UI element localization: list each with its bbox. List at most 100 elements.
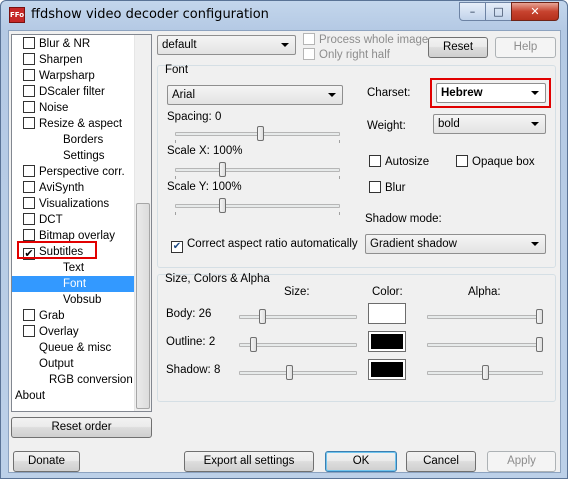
tree-item[interactable]: Visualizations [23, 196, 109, 212]
color-swatch-button[interactable] [368, 303, 406, 324]
tree-item-label: AviSynth [39, 182, 85, 194]
checkbox-icon[interactable] [23, 69, 35, 81]
tree-item[interactable]: Borders [63, 132, 103, 148]
charset-highlight-box [430, 78, 551, 108]
tree-item[interactable]: Noise [23, 100, 68, 116]
correct-aspect-checkbox[interactable]: ✔ Correct aspect ratio automatically [171, 238, 358, 253]
font-name-value: Arial [172, 89, 196, 101]
donate-button[interactable]: Donate [13, 451, 80, 472]
font-name-combo[interactable]: Arial [167, 85, 343, 105]
weight-label: Weight: [367, 120, 406, 132]
title-bar[interactable]: FFo ffdshow video decoder configuration … [1, 1, 567, 29]
opaque-box-checkbox[interactable]: Opaque box [456, 155, 535, 168]
alpha-slider-thumb[interactable] [481, 365, 489, 380]
tree-item[interactable]: Overlay [23, 324, 79, 340]
slider-tick [175, 140, 176, 143]
tree-item[interactable]: Perspective corr. [23, 164, 125, 180]
tree-item[interactable]: Blur & NR [23, 36, 90, 52]
ok-button[interactable]: OK [325, 451, 397, 472]
tree-item[interactable]: RGB conversion [49, 372, 133, 388]
tree-item[interactable]: AviSynth [23, 180, 84, 196]
only-right-half-checkbox[interactable]: Only right half [303, 48, 390, 61]
tree-item[interactable]: Sharpen [23, 52, 82, 68]
checkbox-icon[interactable] [23, 85, 35, 97]
maximize-button[interactable]: □ [485, 2, 512, 21]
apply-button[interactable]: Apply [487, 451, 556, 472]
checkbox-icon[interactable] [23, 165, 35, 177]
checkbox-icon[interactable] [23, 197, 35, 209]
tree-item[interactable]: Settings [63, 148, 105, 164]
alpha-slider-track[interactable] [427, 343, 543, 347]
weight-combo[interactable]: bold [433, 114, 546, 134]
alpha-slider-track[interactable] [427, 315, 543, 319]
size-header: Size: [284, 286, 310, 298]
size-slider-thumb[interactable] [285, 365, 293, 380]
shadow-mode-combo[interactable]: Gradient shadow [365, 234, 546, 254]
checkbox-icon [303, 33, 315, 45]
size-slider-thumb[interactable] [258, 309, 266, 324]
checkbox-icon[interactable] [23, 229, 35, 241]
only-right-half-label: Only right half [319, 49, 390, 61]
tree-item[interactable]: DCT [23, 212, 63, 228]
tree-item[interactable]: Warpsharp [23, 68, 95, 84]
process-whole-image-label: Process whole image [319, 34, 429, 46]
chevron-down-icon [281, 43, 289, 47]
minimize-button[interactable]: – [459, 2, 486, 21]
help-button[interactable]: Help [495, 37, 556, 58]
scale-x-slider-track[interactable] [175, 168, 340, 172]
blur-checkbox[interactable]: Blur [369, 181, 405, 194]
tree-scrollbar[interactable] [134, 35, 151, 411]
preset-combo[interactable]: default [157, 35, 296, 55]
tree-item[interactable]: DScaler filter [23, 84, 105, 100]
tree-item[interactable]: Vobsub [63, 292, 101, 308]
process-whole-image-checkbox[interactable]: Process whole image [303, 33, 428, 46]
export-all-settings-button[interactable]: Export all settings [184, 451, 314, 472]
close-button[interactable]: ✕ [511, 2, 559, 21]
scale-y-slider-track[interactable] [175, 204, 340, 208]
tree-item[interactable]: Text [63, 260, 84, 276]
size-slider-track[interactable] [239, 315, 357, 319]
reset-button[interactable]: Reset [428, 37, 488, 58]
alpha-slider-thumb[interactable] [536, 337, 543, 352]
preset-value: default [162, 39, 197, 51]
size-slider-track[interactable] [239, 371, 357, 375]
checkbox-icon[interactable] [23, 117, 35, 129]
cancel-button[interactable]: Cancel [406, 451, 476, 472]
tree-item[interactable]: Queue & misc [39, 340, 111, 356]
ffdshow-app-icon: FFo [9, 7, 25, 23]
reset-order-button[interactable]: Reset order [11, 417, 152, 438]
tree-item[interactable]: Output [39, 356, 74, 372]
scale-y-slider-thumb[interactable] [219, 198, 227, 213]
charset-label: Charset: [367, 87, 411, 99]
autosize-checkbox[interactable]: Autosize [369, 155, 429, 168]
checkbox-icon[interactable] [23, 213, 35, 225]
checkbox-icon[interactable] [23, 37, 35, 49]
checkbox-icon[interactable] [23, 309, 35, 321]
color-swatch-button[interactable] [368, 331, 406, 352]
spacing-slider-thumb[interactable] [257, 126, 265, 141]
tree-item-label: Font [63, 278, 87, 290]
tree-item[interactable]: About [15, 388, 45, 404]
tree-item-label: DCT [39, 214, 63, 226]
checkbox-icon[interactable] [23, 181, 35, 193]
checkbox-icon[interactable] [23, 53, 35, 65]
checkbox-icon [369, 155, 381, 167]
tree-item-label: Overlay [39, 326, 79, 338]
tree-item[interactable]: Resize & aspect [23, 116, 122, 132]
tree-item[interactable]: Grab [23, 308, 65, 324]
checkbox-icon[interactable] [23, 101, 35, 113]
slider-tick [339, 176, 340, 179]
color-swatch-button[interactable] [368, 359, 406, 380]
slider-tick [175, 212, 176, 215]
size-slider-thumb[interactable] [250, 337, 258, 352]
scale-x-slider-thumb[interactable] [219, 162, 227, 177]
filter-tree[interactable]: About RGB conversion Output Queue & misc Ove… [11, 34, 152, 412]
tree-item-label: DScaler filter [39, 86, 105, 98]
tree-item[interactable]: Font [12, 276, 134, 292]
alpha-slider-thumb[interactable] [536, 309, 543, 324]
checkbox-icon[interactable] [23, 325, 35, 337]
autosize-label: Autosize [385, 156, 430, 168]
slider-tick [339, 140, 340, 143]
scale-y-label: Scale Y: 100% [167, 181, 242, 193]
tree-scrollbar-thumb[interactable] [136, 203, 150, 409]
